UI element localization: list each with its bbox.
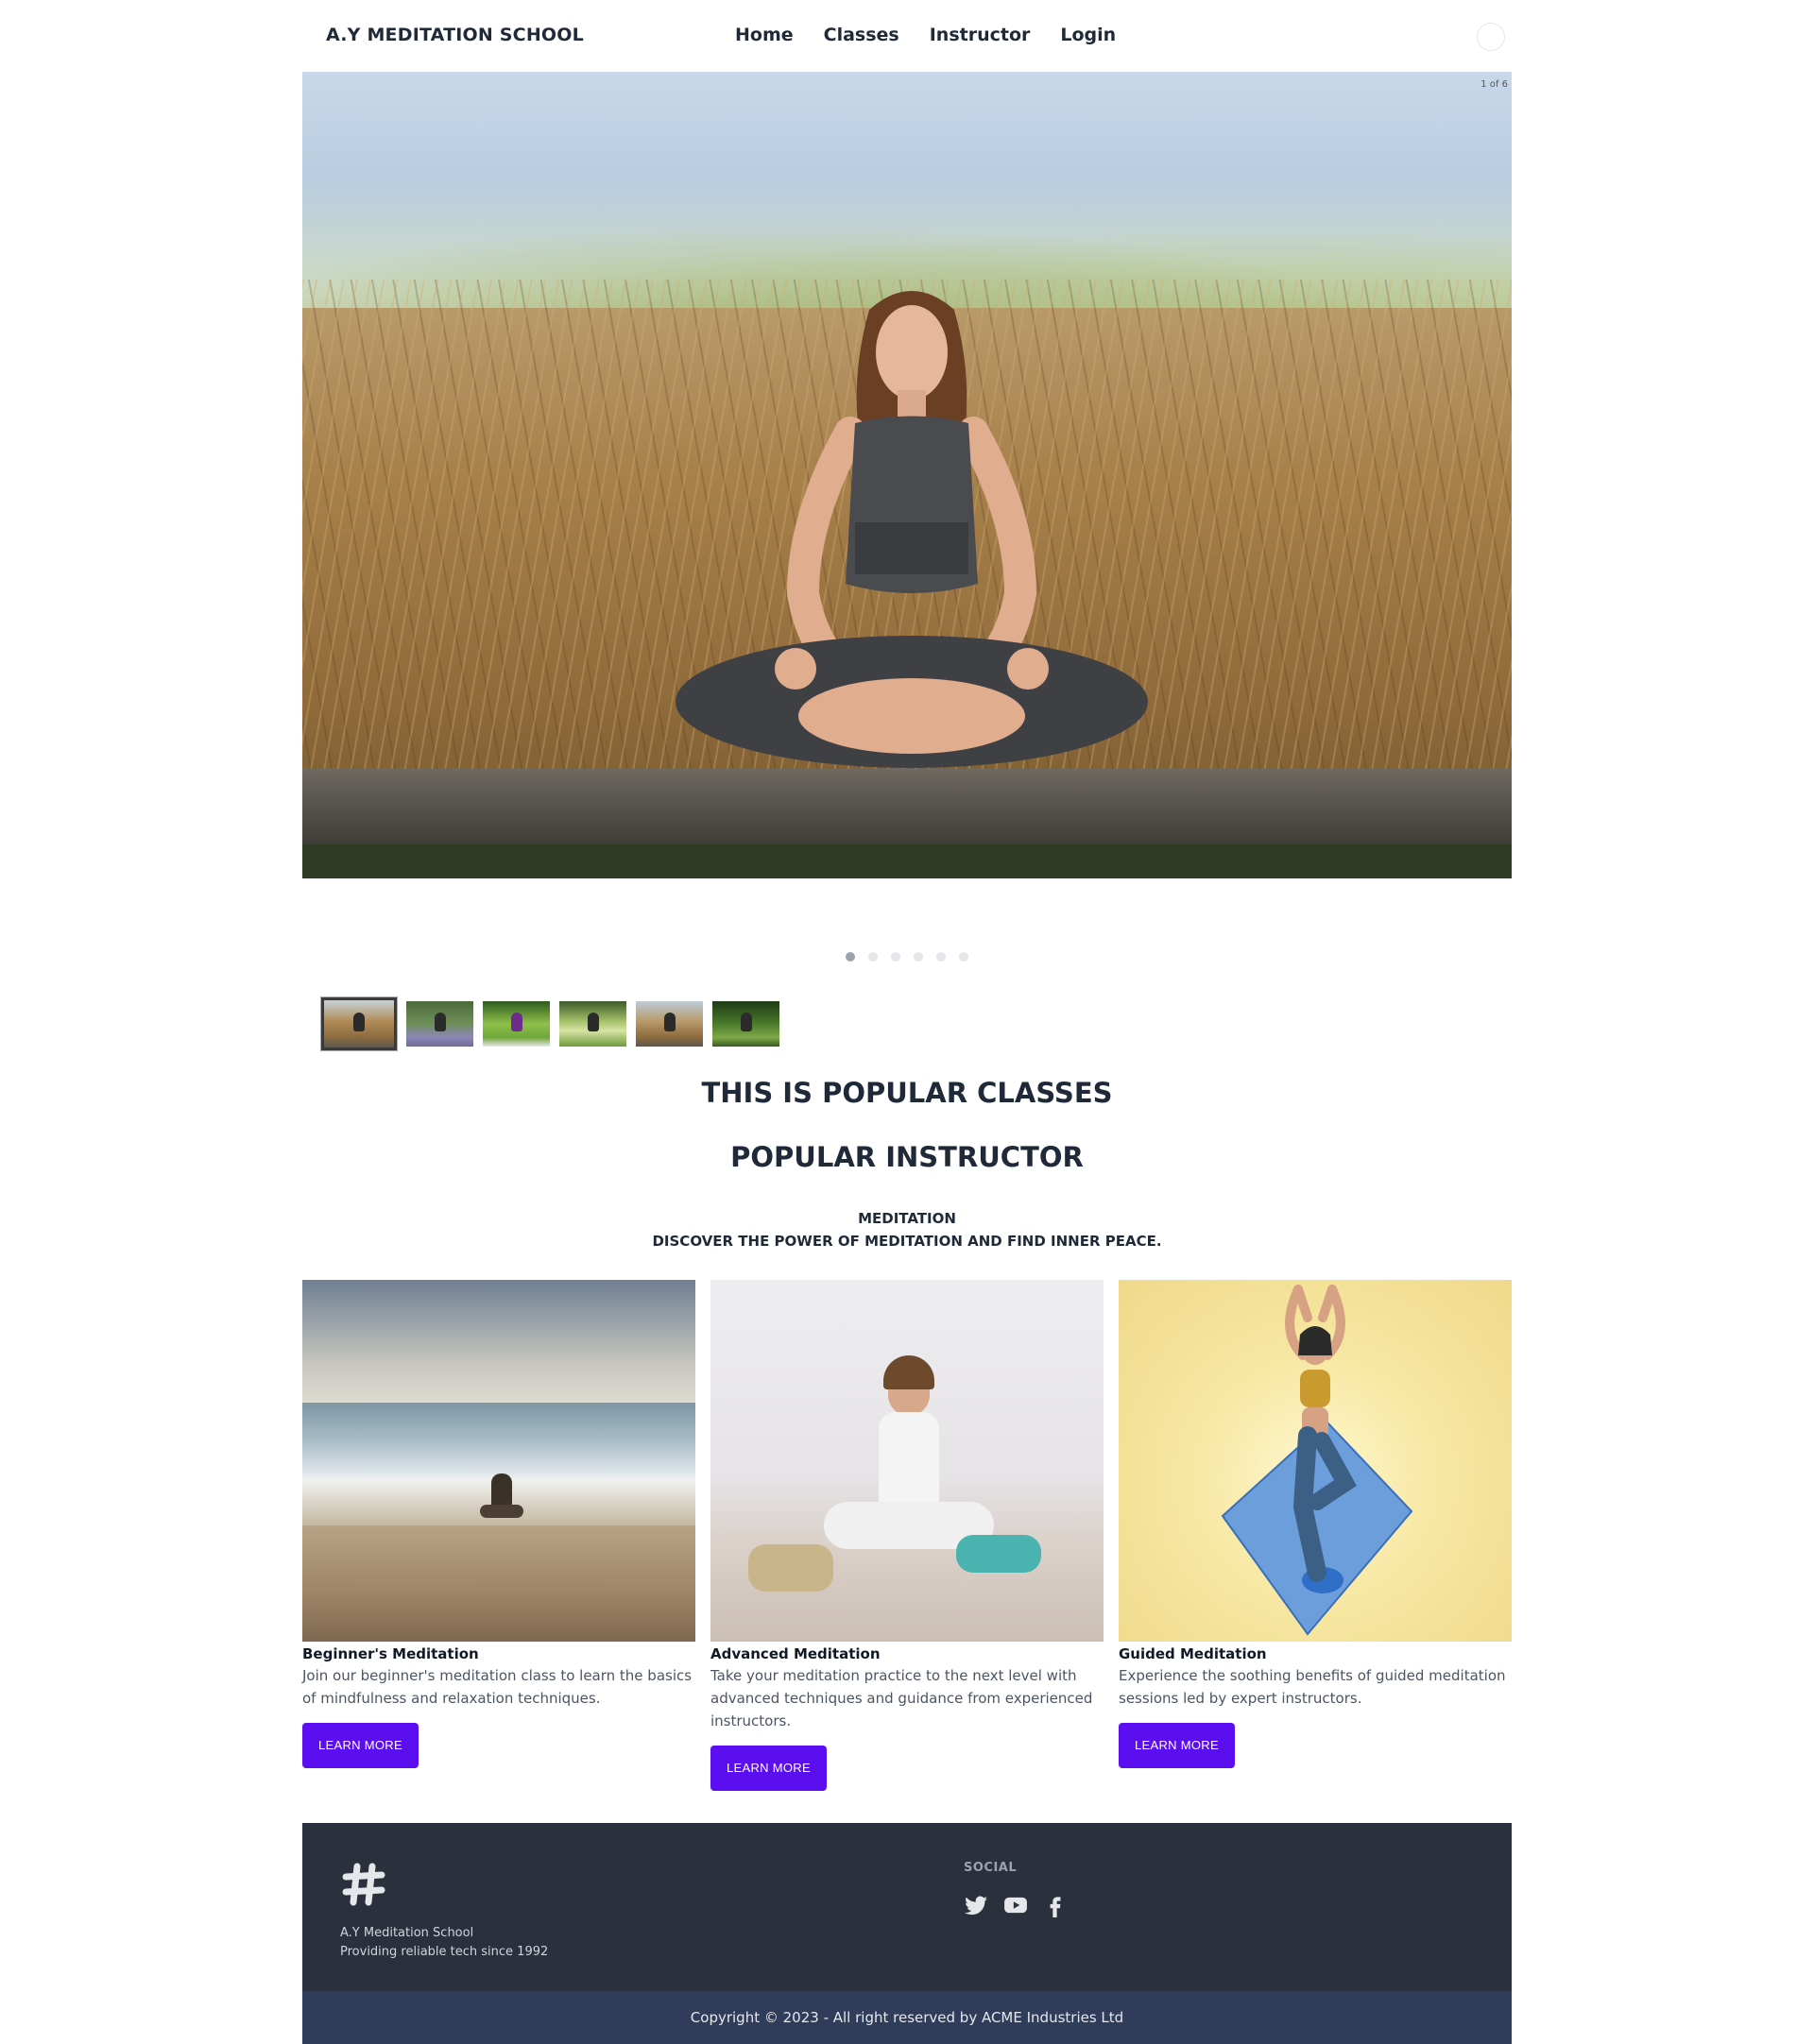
- thumbnail-4[interactable]: [559, 1001, 626, 1047]
- section-subtitle: DISCOVER THE POWER OF MEDITATION AND FIN…: [652, 1233, 1162, 1250]
- copyright-bar: Copyright © 2023 - All right reserved by…: [302, 1991, 1512, 2044]
- class-card: Guided Meditation Experience the soothin…: [1119, 1280, 1512, 1791]
- hashtag-logo-icon: [342, 1863, 385, 1906]
- class-card: Beginner's Meditation Join our beginner'…: [302, 1280, 695, 1791]
- card-title: Beginner's Meditation: [302, 1645, 479, 1662]
- carousel-dot-5[interactable]: [936, 952, 946, 962]
- learn-more-button[interactable]: LEARN MORE: [710, 1746, 827, 1791]
- hero-carousel[interactable]: 1 of 6: [302, 72, 1512, 878]
- thumbnail-6[interactable]: [712, 1001, 779, 1047]
- footer-tagline: Providing reliable tech since 1992: [340, 1945, 549, 1959]
- hero-bench-base: [302, 844, 1512, 878]
- card-description: Experience the soothing benefits of guid…: [1119, 1667, 1506, 1707]
- section-title: MEDITATION: [858, 1210, 956, 1227]
- slide-counter: 1 of 6: [1480, 79, 1508, 90]
- card-description: Join our beginner's meditation class to …: [302, 1667, 693, 1707]
- class-cards: Beginner's Meditation Join our beginner'…: [302, 1280, 1512, 1791]
- social-links: [964, 1893, 1068, 1917]
- thumbnail-strip: [320, 996, 779, 1051]
- popular-classes-heading: THIS IS POPULAR CLASSES: [701, 1077, 1113, 1109]
- carousel-dot-3[interactable]: [891, 952, 900, 962]
- hero-caption-area: [302, 878, 1512, 982]
- nav-links: Home Classes Instructor Login: [735, 25, 1146, 45]
- nav-link-instructor[interactable]: Instructor: [930, 25, 1031, 45]
- footer-company-info: A.Y Meditation School Providing reliable…: [340, 1924, 548, 1962]
- card-title: Guided Meditation: [1119, 1645, 1267, 1662]
- nav-link-classes[interactable]: Classes: [824, 25, 899, 45]
- thumbnail-5[interactable]: [636, 1001, 703, 1047]
- carousel-dot-1[interactable]: [846, 952, 855, 962]
- thumbnail-3[interactable]: [483, 1001, 550, 1047]
- learn-more-button[interactable]: LEARN MORE: [1119, 1723, 1235, 1768]
- headphone-meditation-image: [710, 1280, 1104, 1642]
- footer: A.Y Meditation School Providing reliable…: [302, 1823, 1512, 1991]
- carousel-dots: [846, 952, 968, 962]
- navbar: A.Y MEDITATION SCHOOL Home Classes Instr…: [302, 0, 1512, 72]
- avatar[interactable]: [1477, 23, 1505, 51]
- card-title: Advanced Meditation: [710, 1645, 881, 1662]
- learn-more-button[interactable]: LEARN MORE: [302, 1723, 419, 1768]
- popular-instructor-heading: POPULAR INSTRUCTOR: [730, 1141, 1084, 1173]
- beach-meditation-image: [302, 1280, 695, 1642]
- nav-link-login[interactable]: Login: [1060, 25, 1116, 45]
- meditating-woman-image: [676, 291, 1148, 768]
- class-card: Advanced Meditation Take your meditation…: [710, 1280, 1104, 1791]
- yoga-tree-pose-illustration: [1119, 1280, 1512, 1642]
- meditation-section-header: MEDITATION DISCOVER THE POWER OF MEDITAT…: [302, 1207, 1512, 1252]
- footer-company-name: A.Y Meditation School: [340, 1926, 474, 1940]
- carousel-dot-4[interactable]: [914, 952, 923, 962]
- carousel-dot-2[interactable]: [868, 952, 878, 962]
- thumbnail-1[interactable]: [320, 996, 398, 1051]
- carousel-dot-6[interactable]: [959, 952, 968, 962]
- facebook-icon[interactable]: [1043, 1893, 1068, 1917]
- youtube-icon[interactable]: [1003, 1893, 1028, 1917]
- card-description: Take your meditation practice to the nex…: [710, 1667, 1093, 1729]
- twitter-icon[interactable]: [964, 1893, 988, 1917]
- brand-logo-text[interactable]: A.Y MEDITATION SCHOOL: [326, 25, 584, 45]
- social-heading: SOCIAL: [964, 1861, 1018, 1875]
- thumbnail-2[interactable]: [406, 1001, 473, 1047]
- nav-link-home[interactable]: Home: [735, 25, 794, 45]
